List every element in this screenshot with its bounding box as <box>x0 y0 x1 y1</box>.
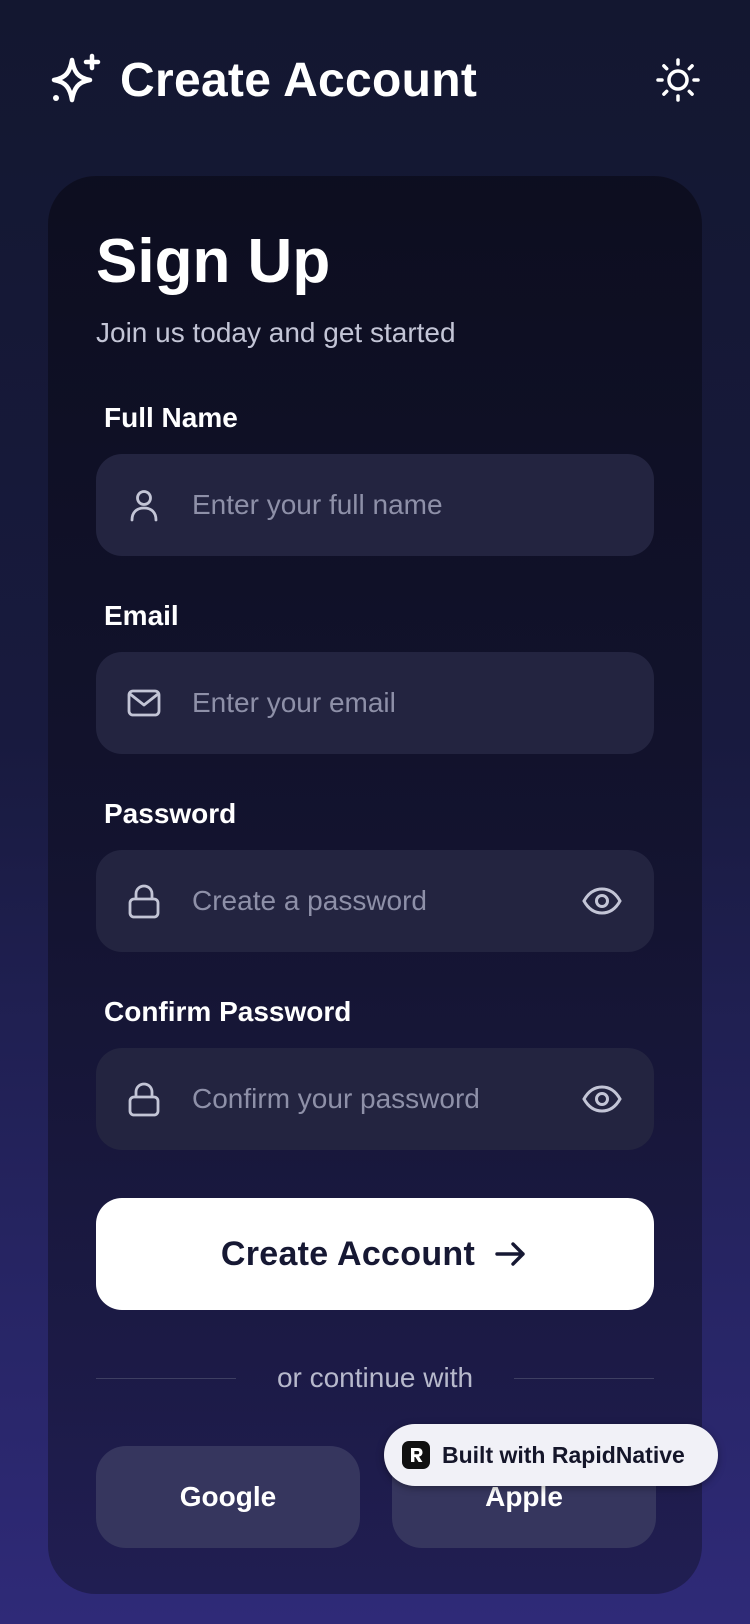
email-input[interactable] <box>192 652 552 754</box>
google-button-label: Google <box>179 1481 277 1512</box>
confirm-password-visibility-toggle[interactable] <box>582 1079 622 1119</box>
create-account-button[interactable]: Create Account <box>96 1198 654 1310</box>
sparkle-icon <box>51 53 101 103</box>
built-with-badge[interactable]: Built with RapidNative <box>384 1424 718 1486</box>
confirm-password-field[interactable] <box>96 1048 654 1150</box>
full-name-label: Full Name <box>104 402 238 433</box>
confirm-password-label: Confirm Password <box>104 996 352 1027</box>
password-input[interactable] <box>192 850 552 952</box>
eye-icon <box>582 1085 622 1113</box>
divider-text: or continue with <box>276 1362 474 1393</box>
badge-text: Built with RapidNative <box>442 1441 685 1468</box>
app-header: Create Account <box>0 0 750 160</box>
confirm-password-input[interactable] <box>192 1048 552 1150</box>
google-button[interactable]: Google <box>96 1446 360 1548</box>
full-name-input[interactable] <box>192 454 552 556</box>
create-account-button-label: Create Account <box>220 1234 476 1273</box>
password-field[interactable] <box>96 850 654 952</box>
sun-icon <box>656 58 700 102</box>
lock-icon <box>128 884 160 919</box>
card-title: Sign Up <box>96 227 331 296</box>
email-label: Email <box>104 600 179 631</box>
full-name-field[interactable] <box>96 454 654 556</box>
card-subtitle: Join us today and get started <box>96 317 456 348</box>
eye-icon <box>582 887 622 915</box>
theme-toggle-button[interactable] <box>654 56 702 104</box>
user-icon <box>130 490 158 522</box>
app-title: Create Account <box>120 54 478 107</box>
lock-icon <box>128 1082 160 1117</box>
email-field[interactable] <box>96 652 654 754</box>
rapidnative-logo-icon <box>402 1441 430 1469</box>
arrow-right-icon <box>495 1242 525 1266</box>
mail-icon <box>127 689 161 717</box>
password-label: Password <box>104 798 237 829</box>
password-visibility-toggle[interactable] <box>582 881 622 921</box>
